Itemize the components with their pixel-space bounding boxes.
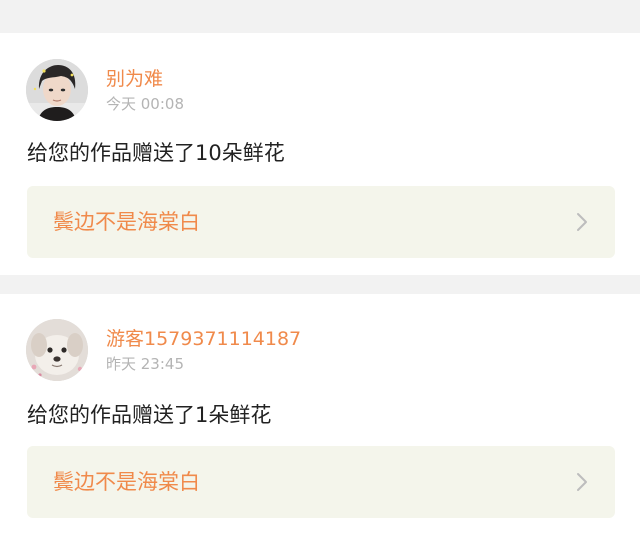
- gift-message: 给您的作品赠送了1朵鲜花: [27, 403, 272, 427]
- username[interactable]: 游客1579371114187: [106, 328, 301, 350]
- chevron-right-icon: [575, 212, 589, 232]
- chevron-right-icon: [575, 472, 589, 492]
- user-avatar[interactable]: [26, 319, 88, 381]
- username[interactable]: 别为难: [106, 68, 163, 90]
- timestamp: 今天 00:08: [106, 95, 184, 113]
- work-link[interactable]: 鬓边不是海棠白: [27, 186, 615, 258]
- timestamp: 昨天 23:45: [106, 355, 184, 373]
- gift-message: 给您的作品赠送了10朵鲜花: [27, 141, 285, 165]
- dog-avatar-icon: [26, 319, 88, 381]
- user-avatar-icon: [26, 59, 88, 121]
- work-title: 鬓边不是海棠白: [53, 470, 200, 494]
- user-avatar[interactable]: [26, 59, 88, 121]
- notification-card: 别为难 今天 00:08 给您的作品赠送了10朵鲜花 鬓边不是海棠白: [0, 33, 640, 275]
- notification-card: 游客1579371114187 昨天 23:45 给您的作品赠送了1朵鲜花 鬓边…: [0, 294, 640, 540]
- work-link[interactable]: 鬓边不是海棠白: [27, 446, 615, 518]
- work-title: 鬓边不是海棠白: [53, 210, 200, 234]
